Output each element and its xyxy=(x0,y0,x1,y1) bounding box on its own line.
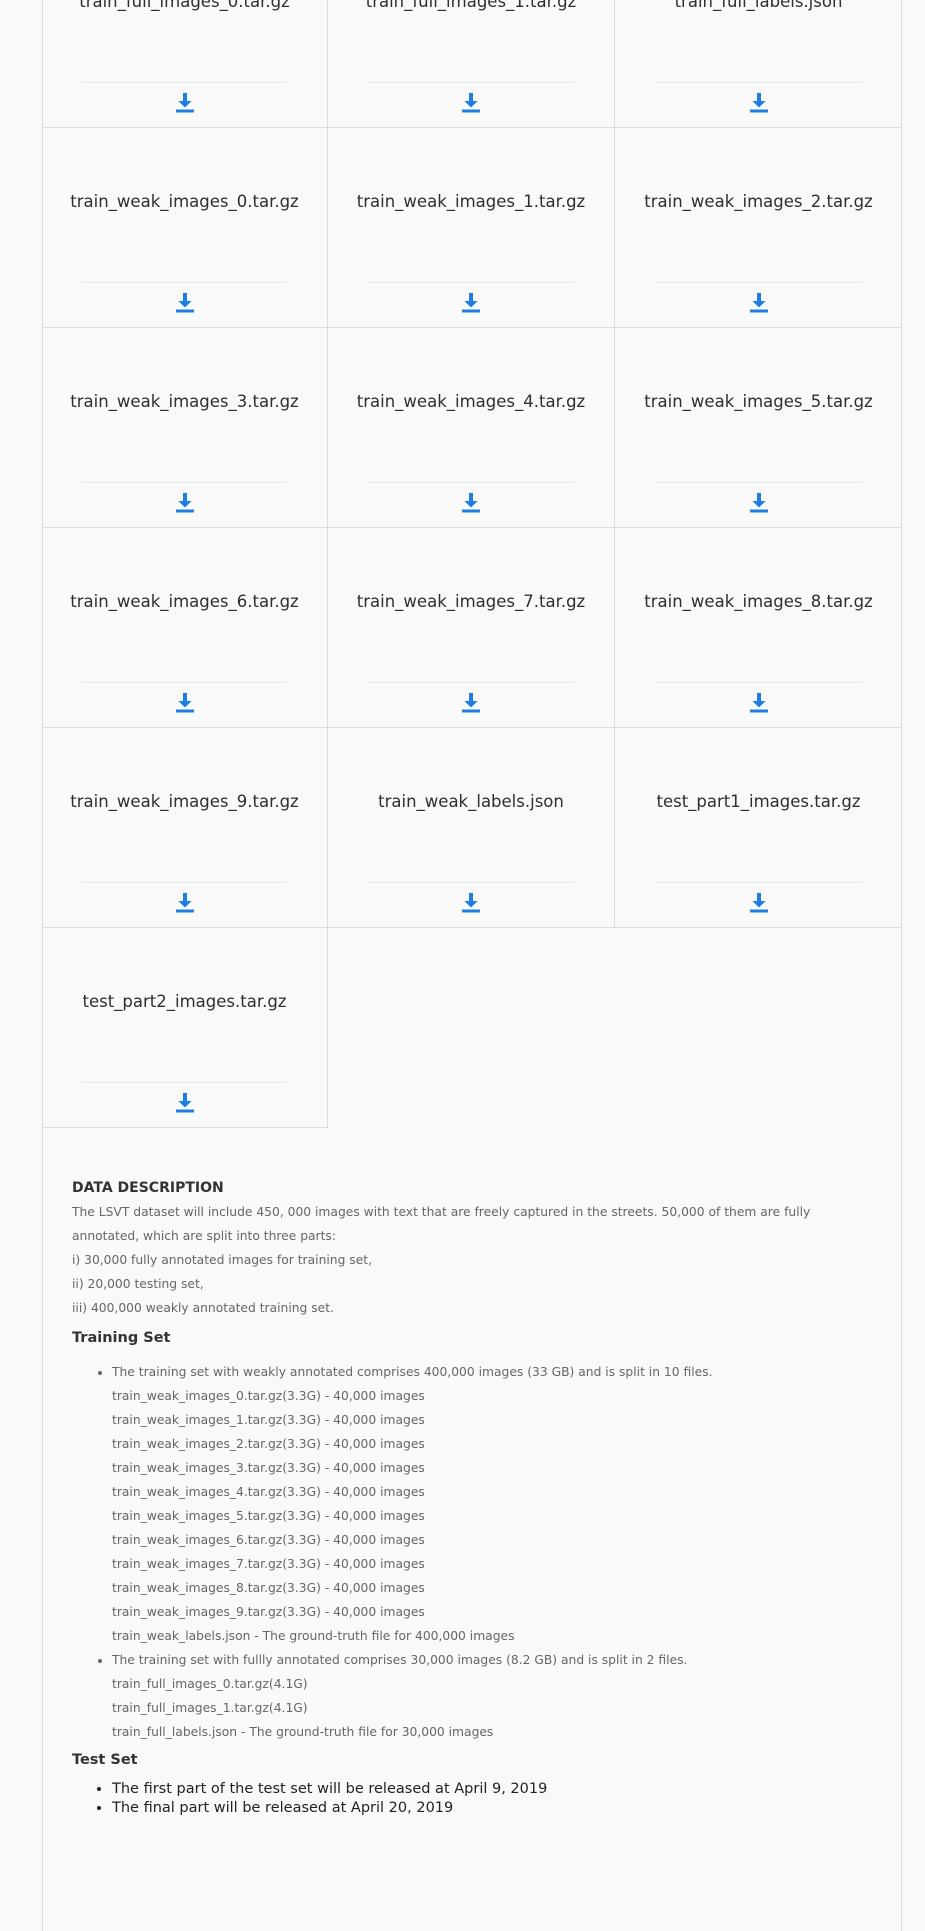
card-divider xyxy=(368,682,574,683)
file-name: train_weak_images_2.tar.gz xyxy=(644,192,873,211)
file-name: train_weak_images_8.tar.gz xyxy=(644,592,873,611)
card-divider xyxy=(82,682,287,683)
file-name: train_weak_labels.json xyxy=(378,792,564,811)
training-list-item: The training set with weakly annotated c… xyxy=(112,1360,872,1648)
card-divider xyxy=(655,882,862,883)
file-name: train_weak_images_7.tar.gz xyxy=(356,592,586,611)
training-file-line: train_weak_labels.json - The ground-trut… xyxy=(112,1629,515,1643)
training-set-list: The training set with weakly annotated c… xyxy=(72,1360,872,1744)
file-card: train_full_images_1.tar.gz xyxy=(328,0,615,128)
file-name: train_weak_images_9.tar.gz xyxy=(70,792,299,811)
file-name: train_full_images_0.tar.gz xyxy=(79,0,290,11)
file-card: train_weak_images_9.tar.gz xyxy=(42,728,328,928)
file-card: test_part1_images.tar.gz xyxy=(615,728,902,928)
training-file-line: train_weak_images_2.tar.gz(3.3G) - 40,00… xyxy=(112,1437,425,1451)
training-file-line: train_full_labels.json - The ground-trut… xyxy=(112,1725,494,1739)
file-card: train_weak_images_2.tar.gz xyxy=(615,128,902,328)
file-name: train_full_labels.json xyxy=(674,0,843,11)
download-icon[interactable] xyxy=(173,490,197,514)
download-icon[interactable] xyxy=(173,690,197,714)
training-file-line: train_full_images_0.tar.gz(4.1G) xyxy=(112,1677,308,1691)
intro-line: ii) 20,000 testing set, xyxy=(72,1277,204,1291)
card-divider xyxy=(655,82,862,83)
file-card: train_weak_images_3.tar.gz xyxy=(42,328,328,528)
download-icon[interactable] xyxy=(459,90,483,114)
training-item-text: The training set with fullly annotated c… xyxy=(112,1653,688,1667)
file-name: train_weak_images_4.tar.gz xyxy=(356,392,586,411)
file-name: test_part2_images.tar.gz xyxy=(82,992,287,1011)
file-name: train_weak_images_3.tar.gz xyxy=(70,392,299,411)
test-list-item: The first part of the test set will be r… xyxy=(112,1780,872,1799)
training-file-line: train_weak_images_0.tar.gz(3.3G) - 40,00… xyxy=(112,1389,425,1403)
file-grid: train_full_images_0.tar.gz train_full_ima… xyxy=(42,0,902,1128)
intro-line: iii) 400,000 weakly annotated training s… xyxy=(72,1301,334,1315)
file-card: train_weak_labels.json xyxy=(328,728,615,928)
description-heading: DATA DESCRIPTION xyxy=(72,1180,224,1196)
training-file-line: train_weak_images_1.tar.gz(3.3G) - 40,00… xyxy=(112,1413,425,1427)
download-icon[interactable] xyxy=(173,1090,197,1114)
training-file-line: train_weak_images_5.tar.gz(3.3G) - 40,00… xyxy=(112,1509,425,1523)
file-name: train_weak_images_6.tar.gz xyxy=(70,592,299,611)
file-card: train_weak_images_4.tar.gz xyxy=(328,328,615,528)
download-icon[interactable] xyxy=(747,890,771,914)
card-divider xyxy=(368,282,574,283)
card-divider xyxy=(82,282,287,283)
file-name: train_weak_images_1.tar.gz xyxy=(356,192,586,211)
file-name: train_weak_images_5.tar.gz xyxy=(644,392,873,411)
download-icon[interactable] xyxy=(173,290,197,314)
file-card: train_weak_images_8.tar.gz xyxy=(615,528,902,728)
test-set-list: The first part of the test set will be r… xyxy=(72,1780,872,1817)
download-icon[interactable] xyxy=(459,690,483,714)
training-file-line: train_weak_images_3.tar.gz(3.3G) - 40,00… xyxy=(112,1461,425,1475)
download-icon[interactable] xyxy=(747,290,771,314)
file-card: train_weak_images_7.tar.gz xyxy=(328,528,615,728)
training-list-item: The training set with fullly annotated c… xyxy=(112,1648,872,1744)
intro-line: i) 30,000 fully annotated images for tra… xyxy=(72,1253,372,1267)
download-icon[interactable] xyxy=(173,890,197,914)
training-file-line: train_weak_images_7.tar.gz(3.3G) - 40,00… xyxy=(112,1557,425,1571)
file-card: test_part2_images.tar.gz xyxy=(42,928,328,1128)
file-card: train_weak_images_5.tar.gz xyxy=(615,328,902,528)
training-set-heading: Training Set xyxy=(72,1330,171,1346)
training-file-line: train_weak_images_8.tar.gz(3.3G) - 40,00… xyxy=(112,1581,425,1595)
card-divider xyxy=(82,1082,287,1083)
training-file-line: train_full_images_1.tar.gz(4.1G) xyxy=(112,1701,308,1715)
card-divider xyxy=(368,882,574,883)
training-item-text: The training set with weakly annotated c… xyxy=(112,1365,713,1379)
file-card: train_weak_images_0.tar.gz xyxy=(42,128,328,328)
description-intro: The LSVT dataset will include 450, 000 i… xyxy=(72,1200,872,1320)
card-divider xyxy=(655,282,862,283)
card-divider xyxy=(82,882,287,883)
card-divider xyxy=(82,82,287,83)
file-card: train_weak_images_6.tar.gz xyxy=(42,528,328,728)
card-divider xyxy=(368,482,574,483)
file-card: train_full_labels.json xyxy=(615,0,902,128)
file-card: train_weak_images_1.tar.gz xyxy=(328,128,615,328)
download-icon[interactable] xyxy=(459,890,483,914)
download-icon[interactable] xyxy=(747,490,771,514)
training-file-line: train_weak_images_6.tar.gz(3.3G) - 40,00… xyxy=(112,1533,425,1547)
intro-line: The LSVT dataset will include 450, 000 i… xyxy=(72,1205,811,1243)
file-name: train_weak_images_0.tar.gz xyxy=(70,192,299,211)
file-name: train_full_images_1.tar.gz xyxy=(365,0,577,11)
training-file-line: train_weak_images_4.tar.gz(3.3G) - 40,00… xyxy=(112,1485,425,1499)
download-icon[interactable] xyxy=(459,290,483,314)
card-divider xyxy=(368,82,574,83)
test-list-item: The final part will be released at April… xyxy=(112,1799,872,1818)
training-file-line: train_weak_images_9.tar.gz(3.3G) - 40,00… xyxy=(112,1605,425,1619)
download-icon[interactable] xyxy=(747,90,771,114)
download-icon[interactable] xyxy=(747,690,771,714)
file-name: test_part1_images.tar.gz xyxy=(656,792,861,811)
card-divider xyxy=(655,682,862,683)
card-divider xyxy=(82,482,287,483)
download-icon[interactable] xyxy=(173,90,197,114)
file-card: train_full_images_0.tar.gz xyxy=(42,0,328,128)
download-icon[interactable] xyxy=(459,490,483,514)
card-divider xyxy=(655,482,862,483)
test-set-heading: Test Set xyxy=(72,1752,138,1768)
data-description: DATA DESCRIPTION The LSVT dataset will i… xyxy=(72,1176,872,1817)
